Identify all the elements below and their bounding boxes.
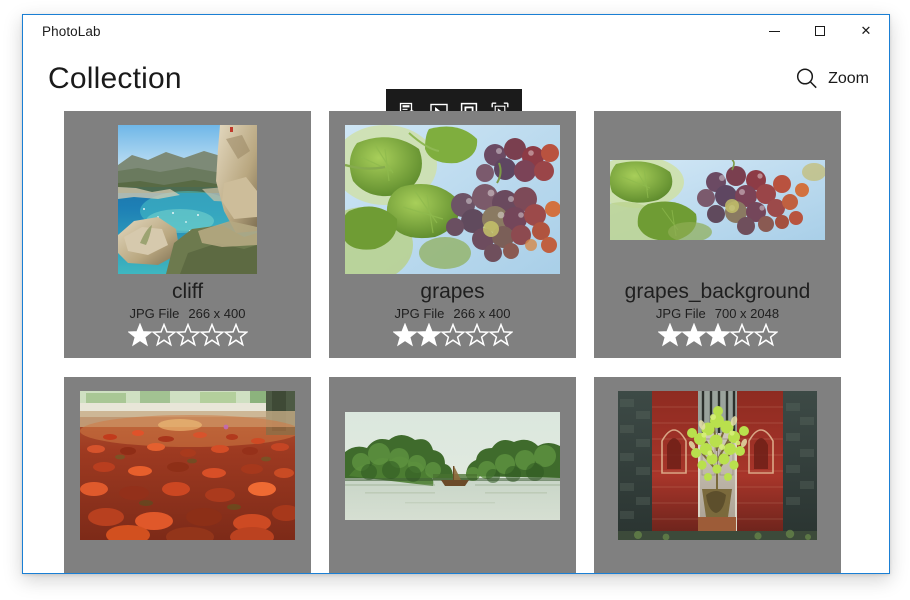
maximize-icon xyxy=(815,26,825,36)
photo-card-cliff[interactable]: cliff JPG File 266 x 400 xyxy=(64,111,311,358)
photo-card-courtyard[interactable] xyxy=(594,377,841,574)
star-filled-icon[interactable] xyxy=(417,323,441,347)
card-dimensions: 266 x 400 xyxy=(453,306,510,321)
card-file-type: JPG File xyxy=(130,306,180,321)
card-meta: JPG File 700 x 2048 xyxy=(656,306,779,321)
card-title: cliff xyxy=(172,280,203,303)
photo-card-river[interactable] xyxy=(329,377,576,574)
card-file-type: JPG File xyxy=(395,306,445,321)
card-dimensions: 700 x 2048 xyxy=(715,306,779,321)
thumbnail-wrapper xyxy=(610,125,825,274)
rating-stars[interactable] xyxy=(128,323,248,347)
thumbnail-grapes-wide xyxy=(610,160,825,240)
thumbnail-wrapper xyxy=(610,391,825,540)
star-empty-icon[interactable] xyxy=(224,323,248,347)
thumbnail-grapes-vine xyxy=(345,125,560,274)
card-title: grapes_background xyxy=(625,280,811,303)
thumbnail-wrapper xyxy=(80,391,295,540)
photo-gallery[interactable]: cliff JPG File 266 x 400 xyxy=(23,111,889,574)
window-title: PhotoLab xyxy=(42,24,101,39)
star-filled-icon[interactable] xyxy=(128,323,152,347)
star-empty-icon[interactable] xyxy=(489,323,513,347)
search-icon xyxy=(794,66,820,92)
card-title: grapes xyxy=(420,280,484,303)
window-controls: ✕ xyxy=(751,15,889,47)
star-empty-icon[interactable] xyxy=(152,323,176,347)
page-title: Collection xyxy=(48,64,182,94)
thumbnail-cliff-coastline xyxy=(118,125,257,274)
header-row: Collection xyxy=(23,47,889,111)
star-empty-icon[interactable] xyxy=(730,323,754,347)
photo-card-grapes[interactable]: grapes JPG File 266 x 400 xyxy=(329,111,576,358)
photo-card-leaves[interactable] xyxy=(64,377,311,574)
thumbnail-mangrove-river xyxy=(345,412,560,520)
photolab-window: PhotoLab ✕ Collection xyxy=(22,14,890,574)
star-filled-icon[interactable] xyxy=(706,323,730,347)
card-file-type: JPG File xyxy=(656,306,706,321)
thumbnail-wrapper xyxy=(80,125,295,274)
card-meta: JPG File 266 x 400 xyxy=(395,306,511,321)
thumbnail-red-leaves-ground xyxy=(80,391,295,540)
close-button[interactable]: ✕ xyxy=(843,15,889,47)
photo-grid: cliff JPG File 266 x 400 xyxy=(64,111,870,574)
desktop-background: PhotoLab ✕ Collection xyxy=(0,0,910,600)
thumbnail-wrapper xyxy=(345,391,560,540)
close-icon: ✕ xyxy=(861,25,872,38)
rating-stars[interactable] xyxy=(658,323,778,347)
title-bar[interactable]: PhotoLab ✕ xyxy=(23,15,889,47)
card-dimensions: 266 x 400 xyxy=(188,306,245,321)
rating-stars[interactable] xyxy=(393,323,513,347)
minimize-icon xyxy=(769,31,780,32)
minimize-button[interactable] xyxy=(751,15,797,47)
card-meta: JPG File 266 x 400 xyxy=(130,306,246,321)
thumbnail-wrapper xyxy=(345,125,560,274)
zoom-button[interactable]: Zoom xyxy=(792,62,871,96)
star-empty-icon[interactable] xyxy=(441,323,465,347)
zoom-label: Zoom xyxy=(828,70,869,88)
star-filled-icon[interactable] xyxy=(682,323,706,347)
star-filled-icon[interactable] xyxy=(658,323,682,347)
photo-card-grapes-background[interactable]: grapes_background JPG File 700 x 2048 xyxy=(594,111,841,358)
maximize-button[interactable] xyxy=(797,15,843,47)
star-empty-icon[interactable] xyxy=(200,323,224,347)
star-filled-icon[interactable] xyxy=(393,323,417,347)
star-empty-icon[interactable] xyxy=(465,323,489,347)
star-empty-icon[interactable] xyxy=(176,323,200,347)
star-empty-icon[interactable] xyxy=(754,323,778,347)
thumbnail-red-temple-tree xyxy=(618,391,817,540)
